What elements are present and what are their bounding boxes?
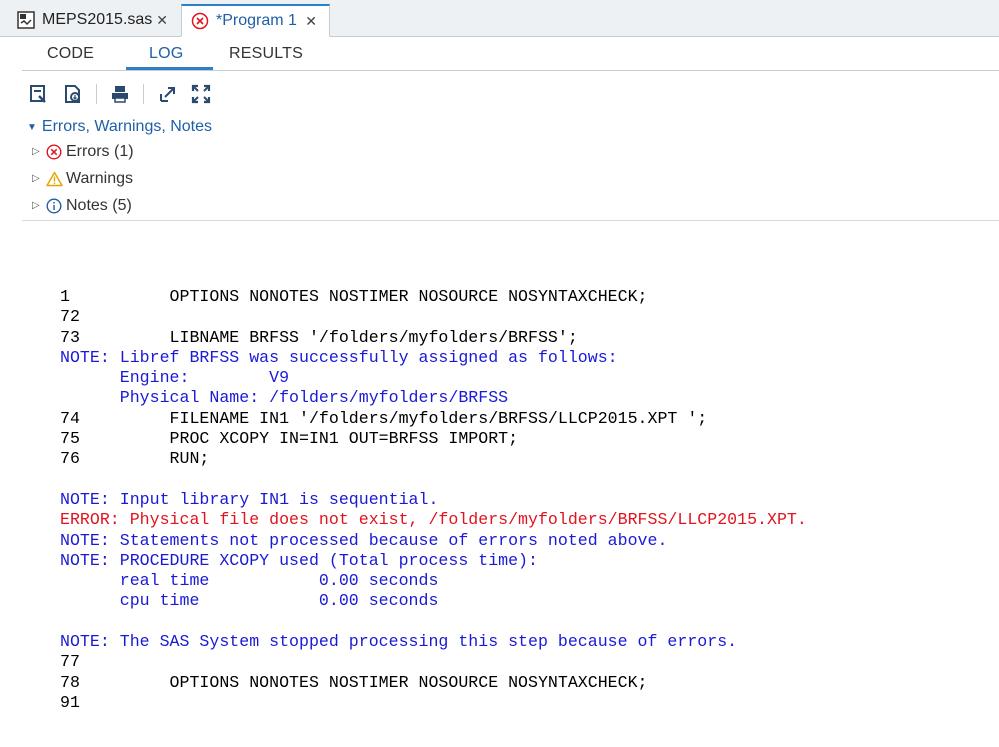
active-tab-indicator <box>126 67 213 70</box>
log-code-line: 72 <box>60 307 80 327</box>
tree-header-label: Errors, Warnings, Notes <box>41 118 213 135</box>
file-tab-label: *Program 1 <box>216 12 297 29</box>
log-output: 1 OPTIONS NONOTES NOSTIMER NOSOURCE NOSY… <box>60 287 807 713</box>
log-note-line: NOTE: PROCEDURE XCOPY used (Total proces… <box>60 550 538 570</box>
error-icon <box>45 143 63 161</box>
log-code-line: 78 OPTIONS NONOTES NOSTIMER NOSOURCE NOS… <box>60 672 648 692</box>
log-code-line: 75 PROC XCOPY IN=IN1 OUT=BRFSS IMPORT; <box>60 429 519 449</box>
log-code-line: 76 RUN; <box>60 449 210 469</box>
log-code-line: 73 LIBNAME BRFSS '/folders/myfolders/BRF… <box>60 327 578 347</box>
log-note-line: real time 0.00 seconds <box>60 571 439 591</box>
export-log-icon[interactable] <box>28 83 50 105</box>
log-code-line <box>60 612 807 632</box>
panel-divider <box>22 220 999 221</box>
file-tab-bar: MEPS2015.sas ✕ *Program 1 ✕ <box>0 0 999 37</box>
maximize-icon[interactable] <box>190 83 212 105</box>
log-note-line: cpu time 0.00 seconds <box>60 591 439 611</box>
tree-item-label: Notes (5) <box>66 196 132 214</box>
warning-icon <box>45 170 63 188</box>
sas-program-icon <box>16 10 36 30</box>
expand-arrow-icon[interactable]: ▷ <box>32 200 41 211</box>
file-tab-program1[interactable]: *Program 1 ✕ <box>181 4 330 37</box>
print-icon[interactable] <box>109 83 131 105</box>
tree-header[interactable]: ▼ Errors, Warnings, Notes <box>27 116 212 138</box>
tab-results[interactable]: RESULTS <box>229 45 303 63</box>
file-tab-meps2015[interactable]: MEPS2015.sas ✕ <box>8 4 180 36</box>
log-note-line: Physical Name: /folders/myfolders/BRFSS <box>60 388 509 408</box>
log-code-line: 1 OPTIONS NONOTES NOSTIMER NOSOURCE NOSY… <box>60 287 648 306</box>
tree-item-label: Errors (1) <box>66 142 134 160</box>
expand-arrow-icon[interactable]: ▷ <box>32 146 41 157</box>
tree-item-warnings[interactable]: ▷ Warnings <box>27 165 212 192</box>
log-code-line: 77 <box>60 652 80 672</box>
close-icon[interactable]: ✕ <box>305 13 317 30</box>
file-tab-label: MEPS2015.sas <box>42 11 153 28</box>
log-error-line: ERROR: Physical file does not exist, /fo… <box>60 510 807 530</box>
download-log-icon[interactable] <box>62 83 84 105</box>
log-note-line: NOTE: The SAS System stopped processing … <box>60 632 738 652</box>
log-code-line: 91 <box>60 692 80 712</box>
toolbar-divider <box>143 84 144 104</box>
errors-warnings-notes-panel: ▼ Errors, Warnings, Notes ▷ Errors (1) ▷… <box>27 116 212 219</box>
log-note-line: NOTE: Libref BRFSS was successfully assi… <box>60 347 618 367</box>
tab-code[interactable]: CODE <box>47 45 94 63</box>
close-icon[interactable]: ✕ <box>156 12 168 29</box>
log-note-line: NOTE: Statements not processed because o… <box>60 530 668 550</box>
tree-item-errors[interactable]: ▷ Errors (1) <box>27 138 212 165</box>
log-code-line: 74 FILENAME IN1 '/folders/myfolders/BRFS… <box>60 408 708 428</box>
log-note-line: NOTE: Input library IN1 is sequential. <box>60 489 439 509</box>
log-code-line <box>60 470 807 490</box>
tree-item-label: Warnings <box>66 169 133 187</box>
chevron-down-icon[interactable]: ▼ <box>27 122 37 133</box>
view-tabs: CODE LOG RESULTS <box>22 37 999 71</box>
tab-log[interactable]: LOG <box>149 45 183 63</box>
log-note-line: Engine: V9 <box>60 368 290 388</box>
log-toolbar <box>28 82 224 106</box>
popout-icon[interactable] <box>156 83 178 105</box>
toolbar-divider <box>96 84 97 104</box>
error-circle-icon <box>190 11 210 31</box>
expand-arrow-icon[interactable]: ▷ <box>32 173 41 184</box>
info-icon <box>45 197 63 215</box>
tree-item-notes[interactable]: ▷ Notes (5) <box>27 192 212 219</box>
